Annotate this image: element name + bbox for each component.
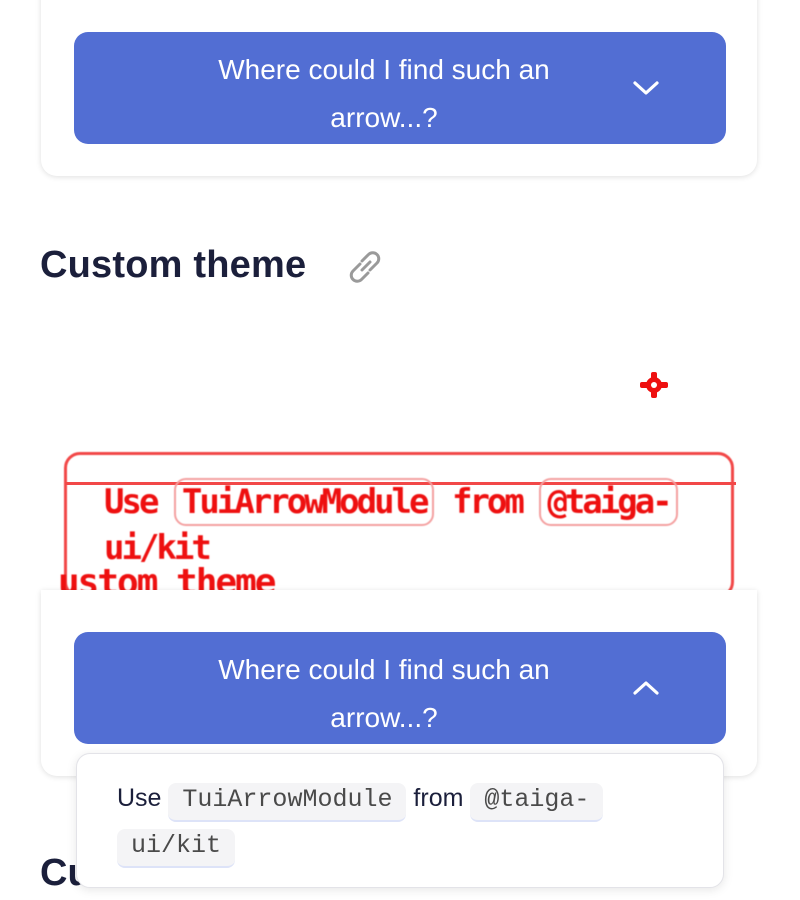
module-name-code: TuiArrowModule bbox=[168, 783, 407, 822]
dropdown-panel: Use TuiArrowModule from @taiga- ui/kit bbox=[76, 753, 724, 888]
arrow-toggle-button-label: Where could I find such an arrow...? bbox=[218, 654, 550, 733]
chevron-down-icon bbox=[630, 74, 662, 102]
arrow-toggle-button-label: Where could I find such an arrow...? bbox=[218, 54, 550, 133]
glitch-overlay: Use TuiArrowModule from @taiga- ui/kit u… bbox=[0, 300, 800, 603]
link-icon[interactable] bbox=[342, 244, 388, 290]
gear-icon bbox=[636, 370, 672, 400]
dropdown-prefix: Use bbox=[117, 784, 162, 812]
section-heading: Custom theme bbox=[40, 244, 307, 286]
dropdown-connector: from bbox=[413, 784, 464, 812]
arrow-toggle-button[interactable]: Where could I find such an arrow...? bbox=[74, 32, 726, 144]
chevron-up-icon bbox=[630, 674, 662, 702]
package-name-code-cont: ui/kit bbox=[117, 829, 236, 868]
glitch-text: Use TuiArrowModule from @taiga- ui/kit bbox=[104, 478, 704, 570]
package-name-code: @taiga- bbox=[470, 783, 604, 822]
dropdown-text: Use TuiArrowModule from @taiga- ui/kit bbox=[117, 776, 657, 868]
arrow-toggle-button-expanded[interactable]: Where could I find such an arrow...? bbox=[74, 632, 726, 744]
